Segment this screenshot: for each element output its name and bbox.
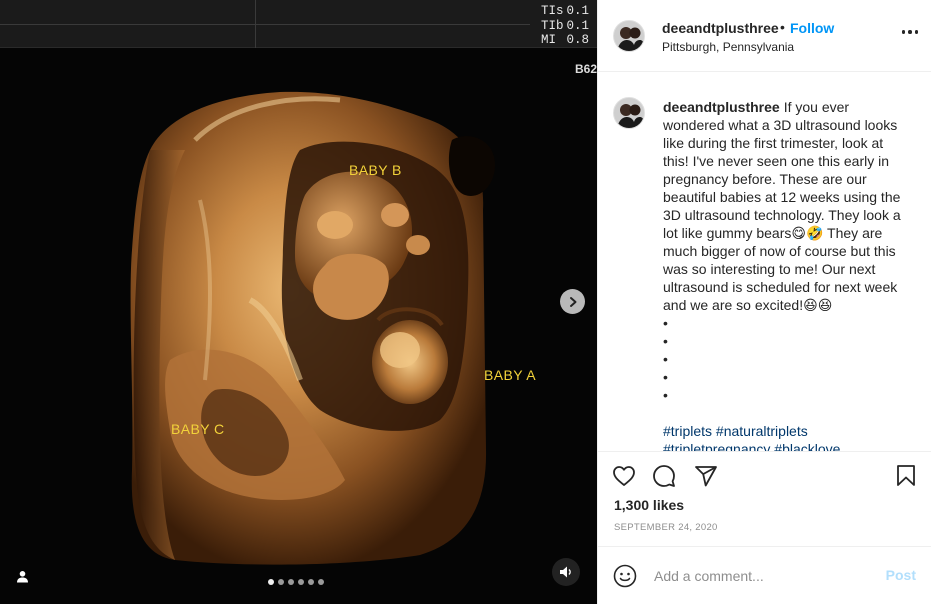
carousel-next-button[interactable] bbox=[560, 289, 585, 314]
more-options-icon bbox=[901, 30, 905, 34]
caption-username[interactable]: deeandtplusthree bbox=[663, 99, 780, 115]
caption-bullet: • bbox=[663, 369, 668, 385]
carousel-indicator bbox=[268, 579, 324, 585]
user-tag-icon bbox=[16, 570, 28, 582]
post-author-username[interactable]: deeandtplusthree bbox=[662, 20, 779, 36]
emoji-button[interactable] bbox=[612, 563, 638, 589]
share-icon bbox=[695, 466, 717, 487]
label-baby-b: BABY B bbox=[349, 162, 402, 178]
heart-icon bbox=[613, 466, 635, 486]
emoji-icon bbox=[613, 564, 637, 588]
follow-button[interactable]: Follow bbox=[790, 20, 834, 36]
post-details-panel: deeandtplusthree • Follow Pittsburgh, Pe… bbox=[597, 0, 931, 604]
caption-emoji: 😋🤣 bbox=[791, 225, 824, 241]
carousel-dot bbox=[278, 579, 284, 585]
comment-button[interactable] bbox=[650, 462, 678, 490]
caption-bullet: • bbox=[663, 351, 668, 367]
sound-toggle-button[interactable] bbox=[552, 558, 580, 586]
post-comment-button[interactable]: Post bbox=[886, 567, 916, 583]
caption-bullet: • bbox=[663, 333, 668, 349]
caption-scroll-area[interactable]: deeandtplusthree If you ever wondered wha… bbox=[598, 72, 931, 452]
ultrasound-image bbox=[0, 48, 597, 604]
comment-icon bbox=[653, 465, 675, 487]
avatar[interactable] bbox=[613, 20, 645, 52]
likes-count[interactable]: 1,300 likes bbox=[614, 497, 684, 513]
caption-bullet: • bbox=[663, 315, 668, 331]
post-caption: deeandtplusthree If you ever wondered wha… bbox=[663, 98, 911, 451]
post-date[interactable]: SEPTEMBER 24, 2020 bbox=[614, 522, 718, 533]
carousel-dot bbox=[288, 579, 294, 585]
post-media[interactable]: TIs 0.1 TIb 0.1 MI 0.8 B62 BABY B BABY A BA… bbox=[0, 0, 597, 604]
caption-bullet: • bbox=[663, 387, 668, 403]
chevron-right-icon bbox=[569, 296, 576, 307]
caption-hashtags[interactable]: #triplets #naturaltriplets #tripletpregn… bbox=[663, 422, 911, 451]
like-button[interactable] bbox=[610, 462, 638, 490]
comment-composer: Post bbox=[598, 546, 931, 604]
save-button[interactable] bbox=[892, 462, 920, 490]
post-actions bbox=[598, 462, 931, 492]
avatar[interactable] bbox=[613, 97, 645, 129]
comment-input[interactable] bbox=[654, 566, 874, 586]
carousel-dot bbox=[318, 579, 324, 585]
bookmark-icon bbox=[897, 465, 915, 486]
caption-text: If you ever wondered what a 3D ultrasoun… bbox=[663, 99, 901, 241]
ultrasound-header-bar: TIs 0.1 TIb 0.1 MI 0.8 bbox=[0, 0, 597, 48]
ultrasound-readout: TIs 0.1 TIb 0.1 MI 0.8 bbox=[541, 4, 589, 47]
user-tag-button[interactable] bbox=[10, 564, 34, 588]
label-baby-a: BABY A bbox=[484, 367, 536, 383]
header-separator: • bbox=[780, 19, 785, 35]
speaker-icon bbox=[560, 566, 571, 578]
label-baby-c: BABY C bbox=[171, 421, 225, 437]
post-header: deeandtplusthree • Follow Pittsburgh, Pe… bbox=[598, 0, 931, 72]
post-location[interactable]: Pittsburgh, Pennsylvania bbox=[662, 40, 794, 54]
more-options-button[interactable] bbox=[901, 30, 918, 34]
share-button[interactable] bbox=[692, 462, 720, 490]
carousel-dot bbox=[298, 579, 304, 585]
carousel-dot bbox=[308, 579, 314, 585]
caption-emoji: 😆😆 bbox=[803, 297, 833, 313]
ultrasound-code: B62 bbox=[574, 62, 597, 76]
carousel-dot bbox=[268, 579, 274, 585]
